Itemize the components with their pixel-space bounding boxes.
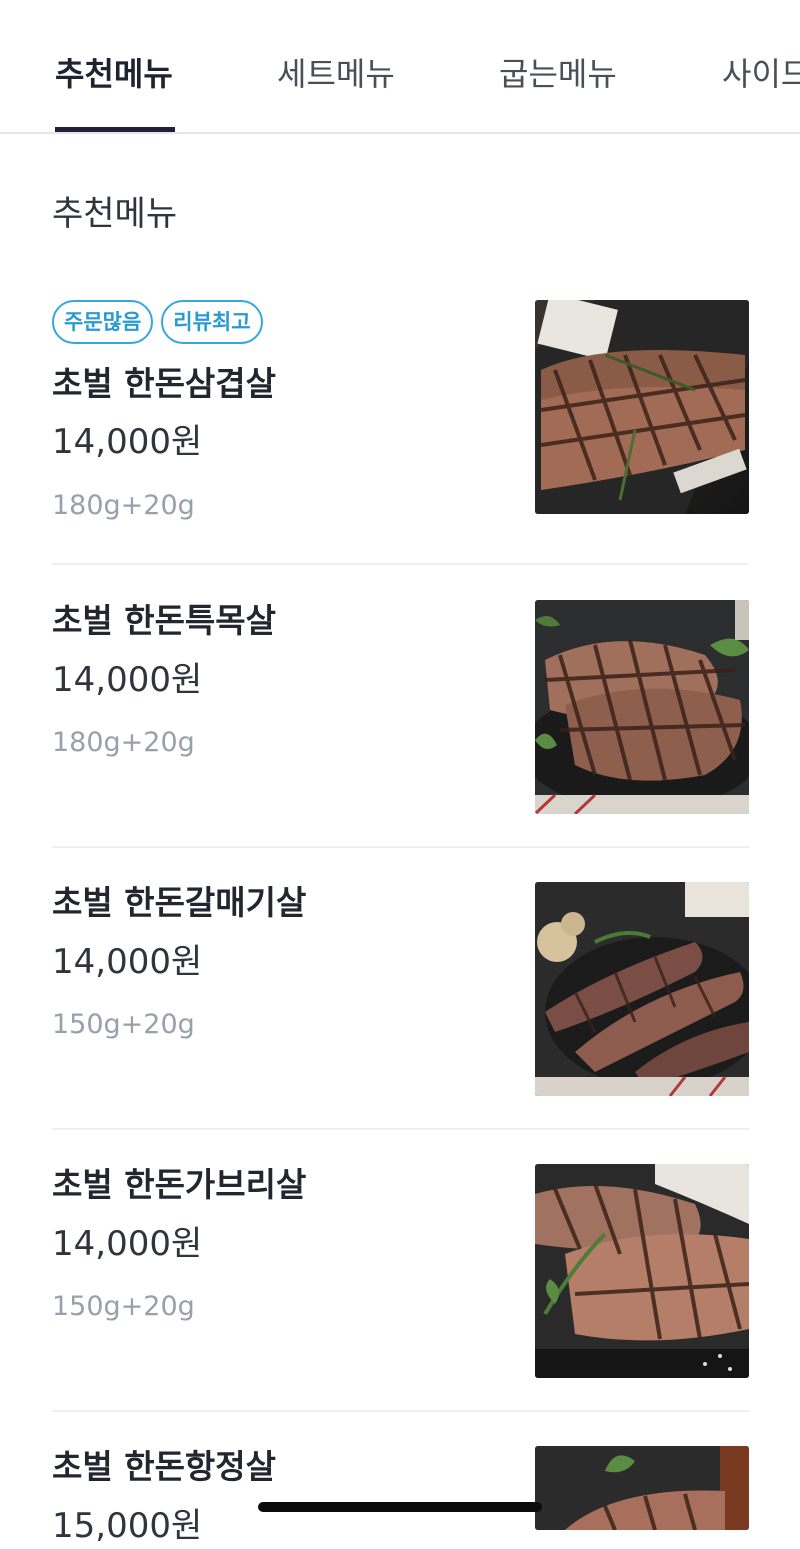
item-divider: [52, 1128, 749, 1130]
item-divider: [52, 846, 749, 848]
badge-popular: 주문많음: [52, 300, 154, 344]
menu-item-hangjeongsal[interactable]: 초벌 한돈항정살 15,000원: [52, 1446, 749, 1546]
item-photo: [535, 600, 749, 814]
item-price: 14,000원: [52, 1224, 203, 1264]
item-name: 초벌 한돈가브리살: [52, 1165, 307, 1204]
item-weight: 180g+20g: [52, 490, 195, 521]
menu-item-moksal[interactable]: 초벌 한돈특목살 14,000원 180g+20g: [52, 600, 749, 848]
item-price: 14,000원: [52, 422, 203, 462]
item-weight: 150g+20g: [52, 1291, 195, 1322]
item-name: 초벌 한돈삼겹살: [52, 364, 277, 403]
badge-group: 주문많음 리뷰최고: [52, 300, 263, 344]
item-divider: [52, 1410, 749, 1412]
badge-best-review: 리뷰최고: [161, 300, 263, 344]
item-price: 14,000원: [52, 660, 203, 700]
item-name: 초벌 한돈항정살: [52, 1447, 277, 1486]
item-weight: 180g+20g: [52, 727, 195, 758]
menu-item-samgyeopsal[interactable]: 주문많음 리뷰최고 초벌 한돈삼겹살 14,000원 180g+20g: [52, 300, 749, 565]
item-name: 초벌 한돈갈매기살: [52, 883, 307, 922]
item-photo: [535, 1446, 749, 1530]
item-price: 14,000원: [52, 942, 203, 982]
item-photo: [535, 1164, 749, 1378]
menu-item-galmaegisal[interactable]: 초벌 한돈갈매기살 14,000원 150g+20g: [52, 882, 749, 1130]
item-photo: [535, 882, 749, 1096]
item-price: 15,000원: [52, 1506, 203, 1546]
menu-item-gabrisal[interactable]: 초벌 한돈가브리살 14,000원 150g+20g: [52, 1164, 749, 1412]
home-indicator: [258, 1502, 542, 1512]
menu-list: 주문많음 리뷰최고 초벌 한돈삼겹살 14,000원 180g+20g 초벌 한…: [0, 0, 800, 1546]
item-name: 초벌 한돈특목살: [52, 601, 277, 640]
item-photo: [535, 300, 749, 514]
item-divider: [52, 563, 749, 565]
item-weight: 150g+20g: [52, 1009, 195, 1040]
